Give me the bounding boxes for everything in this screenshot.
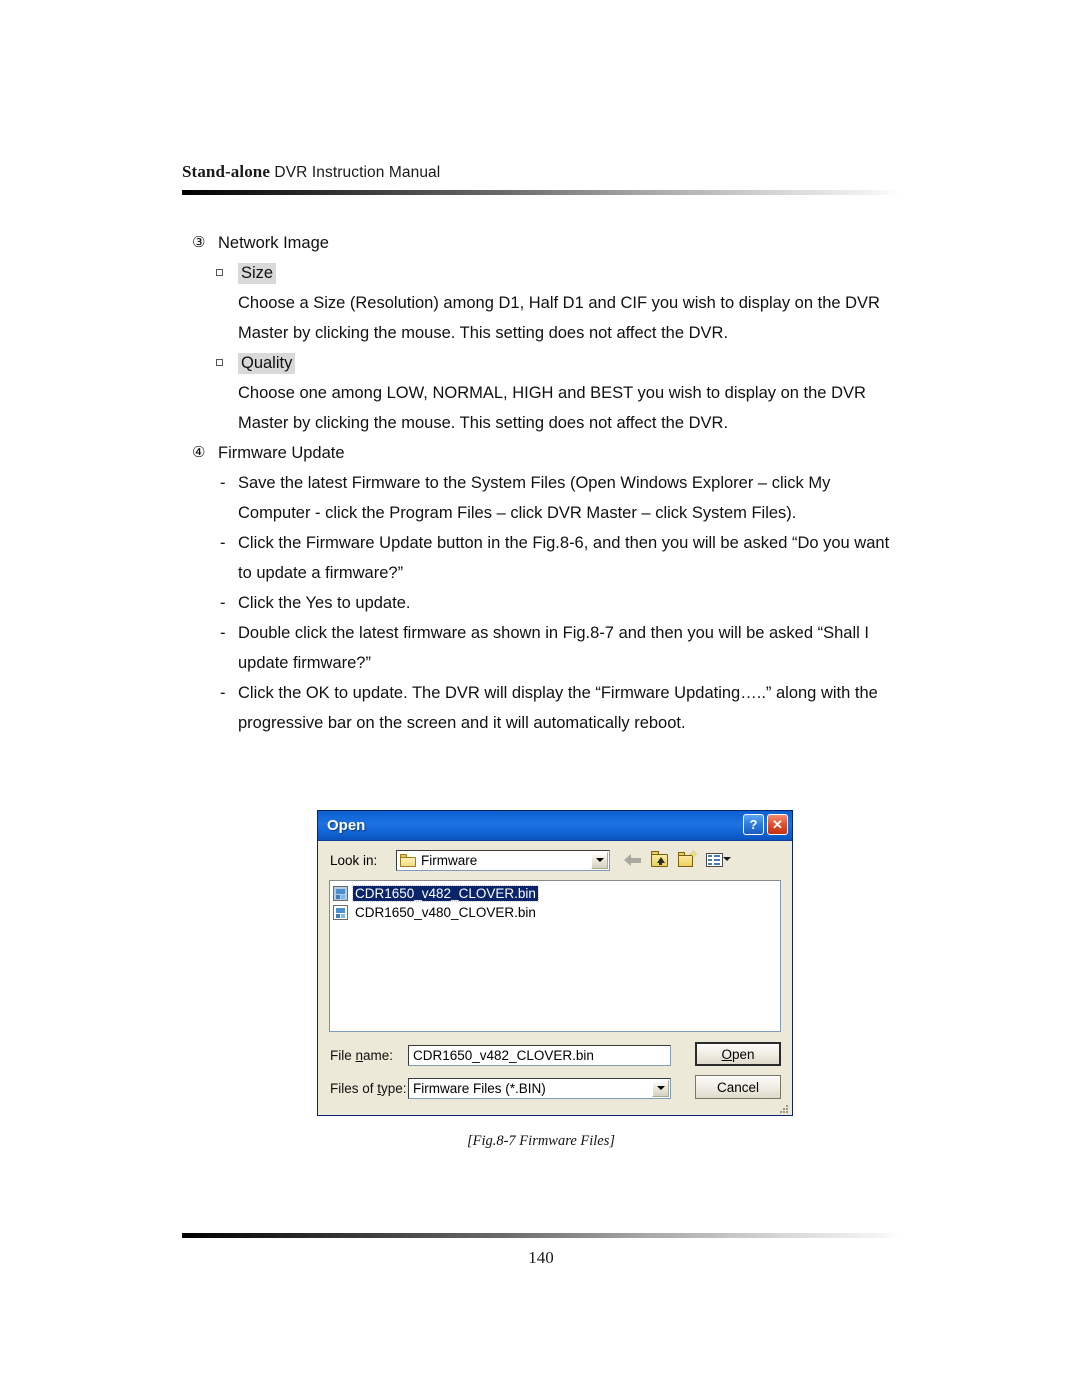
- footer-rule: [182, 1233, 900, 1238]
- chevron-down-icon[interactable]: [652, 1079, 669, 1097]
- open-file-dialog: Open ? ✕ Look in: Firmware ✦ CDR1650_v48…: [317, 810, 793, 1116]
- title-bar-buttons: ? ✕: [743, 814, 788, 835]
- open-button[interactable]: Open: [695, 1042, 781, 1066]
- header-title-rest: DVR Instruction Manual: [270, 164, 441, 181]
- file-name: CDR1650_v480_CLOVER.bin: [355, 905, 536, 920]
- dash-marker: -: [220, 474, 226, 492]
- file-type-value: Firmware Files (*.BIN): [413, 1080, 546, 1096]
- subsection-label-quality: Quality: [238, 353, 296, 374]
- bin-file-icon: [333, 886, 348, 901]
- quality-paragraph-line-1: Choose one among LOW, NORMAL, HIGH and B…: [238, 384, 866, 402]
- subsection-size: Size: [182, 258, 922, 288]
- list-item[interactable]: CDR1650_v482_CLOVER.bin: [333, 884, 539, 903]
- list-item-line: progressive bar on the screen and it wil…: [238, 714, 686, 732]
- file-list[interactable]: CDR1650_v482_CLOVER.bin CDR1650_v480_CLO…: [329, 880, 781, 1032]
- file-type-label: Files of type:: [330, 1080, 407, 1096]
- help-icon[interactable]: ?: [743, 814, 764, 835]
- dialog-title: Open: [327, 817, 366, 834]
- look-in-label: Look in:: [330, 852, 378, 868]
- list-item-line: Double click the latest firmware as show…: [238, 624, 869, 642]
- section-title-3: Network Image: [218, 234, 329, 252]
- page-number: 140: [528, 1248, 554, 1267]
- up-one-level-icon[interactable]: [650, 851, 670, 869]
- look-in-combo[interactable]: Firmware: [396, 849, 610, 871]
- list-item: - Click the OK to update. The DVR will d…: [182, 678, 922, 738]
- list-item-line: Click the Yes to update.: [238, 594, 411, 612]
- square-bullet-icon: [216, 269, 223, 276]
- page-content: ③ Network Image Size Choose a Size (Reso…: [182, 228, 922, 738]
- list-item: - Save the latest Firmware to the System…: [182, 468, 922, 528]
- new-folder-icon[interactable]: ✦: [678, 850, 698, 869]
- size-paragraph-line-1: Choose a Size (Resolution) among D1, Hal…: [238, 294, 880, 312]
- list-item: - Click the Firmware Update button in th…: [182, 528, 922, 588]
- bin-file-icon: [333, 905, 348, 920]
- section-marker-3: ③: [192, 234, 206, 251]
- file-name-input[interactable]: CDR1650_v482_CLOVER.bin: [408, 1044, 671, 1066]
- section-marker-4: ④: [192, 444, 206, 461]
- square-bullet-icon: [216, 359, 223, 366]
- document-page: Stand-alone DVR Instruction Manual ③ Net…: [0, 0, 1080, 1397]
- subsection-label-size: Size: [238, 263, 277, 284]
- dash-marker: -: [220, 684, 226, 702]
- file-type-select[interactable]: Firmware Files (*.BIN): [408, 1077, 671, 1099]
- list-item[interactable]: CDR1650_v480_CLOVER.bin: [333, 903, 538, 922]
- section-heading-network-image: ③ Network Image: [182, 228, 922, 258]
- dash-marker: -: [220, 594, 226, 612]
- list-item-line: Save the latest Firmware to the System F…: [238, 474, 831, 492]
- header-title: Stand-alone DVR Instruction Manual: [182, 162, 900, 182]
- list-item: - Double click the latest firmware as sh…: [182, 618, 922, 678]
- file-name-label: File name:: [330, 1047, 394, 1063]
- chevron-down-icon[interactable]: [591, 851, 608, 869]
- section-title-4: Firmware Update: [218, 444, 345, 462]
- dash-marker: -: [220, 624, 226, 642]
- list-item-line: to update a firmware?”: [238, 564, 404, 582]
- cancel-button[interactable]: Cancel: [695, 1075, 781, 1099]
- dialog-title-bar: Open ? ✕: [318, 811, 792, 841]
- back-arrow-icon[interactable]: [624, 853, 642, 867]
- dialog-body: Look in: Firmware ✦ CDR1650_v482_CLOVER.…: [318, 841, 792, 1116]
- list-item: - Click the Yes to update.: [182, 588, 922, 618]
- folder-icon: [400, 853, 416, 867]
- close-icon[interactable]: ✕: [767, 814, 788, 835]
- subsection-quality: Quality: [182, 348, 922, 378]
- dash-marker: -: [220, 534, 226, 552]
- list-item-line: update firmware?”: [238, 654, 371, 672]
- header-title-bold: Stand-alone: [182, 162, 271, 181]
- page-header: Stand-alone DVR Instruction Manual: [182, 162, 900, 182]
- file-name: CDR1650_v482_CLOVER.bin: [352, 885, 539, 902]
- list-item-line: Click the Firmware Update button in the …: [238, 534, 890, 552]
- dialog-toolbar: ✦: [624, 850, 732, 869]
- quality-paragraph-line-2: Master by clicking the mouse. This setti…: [238, 414, 729, 432]
- views-menu-icon[interactable]: [706, 851, 732, 869]
- list-item-line: Click the OK to update. The DVR will dis…: [238, 684, 878, 702]
- look-in-value: Firmware: [421, 852, 478, 868]
- look-in-row: Look in: Firmware ✦: [318, 847, 792, 873]
- figure-caption: [Fig.8-7 Firmware Files]: [466, 1133, 616, 1149]
- size-paragraph-line-2: Master by clicking the mouse. This setti…: [238, 324, 729, 342]
- resize-grip-icon[interactable]: [778, 1103, 790, 1115]
- list-item-line: Computer - click the Program Files – cli…: [238, 504, 797, 522]
- section-heading-firmware-update: ④ Firmware Update: [182, 438, 922, 468]
- header-rule: [182, 190, 900, 195]
